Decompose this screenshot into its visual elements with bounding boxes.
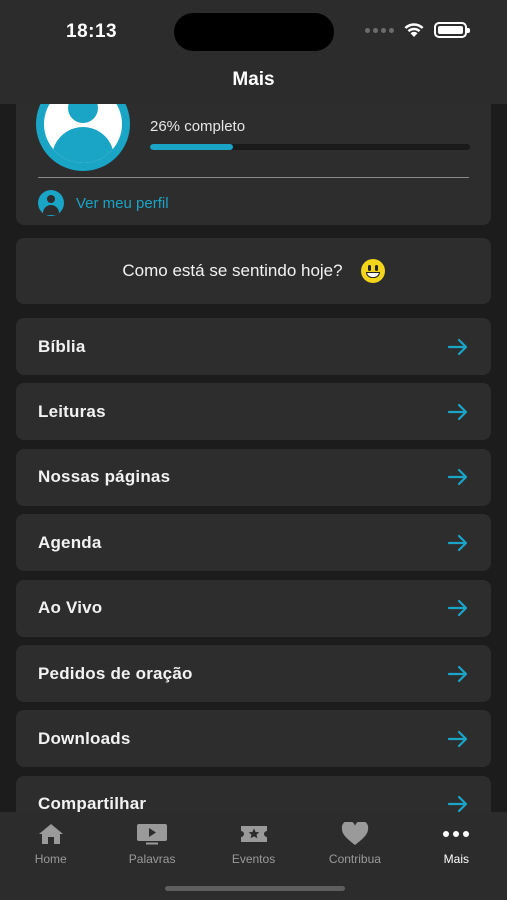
- tab-contribua[interactable]: Contribua: [304, 812, 405, 872]
- tab-mais[interactable]: Mais: [406, 812, 507, 872]
- battery-icon: [434, 22, 470, 38]
- grinning-face-icon[interactable]: [360, 259, 385, 283]
- menu-item[interactable]: Ao Vivo: [16, 579, 491, 637]
- arrow-right-icon: [447, 599, 469, 617]
- play-tv-icon: [136, 822, 168, 846]
- top-bar: 18:13 Mais: [0, 0, 507, 104]
- arrow-right-icon: [447, 403, 469, 421]
- divider: [38, 177, 469, 178]
- tab-label: Contribua: [328, 852, 381, 866]
- profile-progress-label: 26% completo: [150, 118, 246, 135]
- person-icon: [38, 190, 64, 216]
- tab-palavras[interactable]: Palavras: [101, 812, 202, 872]
- mood-prompt-card[interactable]: Como está se sentindo hoje?: [16, 238, 491, 304]
- menu-item-label: Pedidos de oração: [38, 663, 193, 683]
- scroll-content[interactable]: 26% completo Ver meu perfil Como está se…: [0, 0, 507, 812]
- heart-icon: [341, 822, 369, 846]
- arrow-right-icon: [447, 468, 469, 486]
- tab-label: Palavras: [128, 852, 176, 866]
- page-title: Mais: [232, 69, 275, 90]
- arrow-right-icon: [447, 795, 469, 812]
- arrow-right-icon: [447, 665, 469, 683]
- arrow-right-icon: [447, 534, 469, 552]
- tab-label: Mais: [443, 852, 469, 866]
- mood-prompt-text: Como está se sentindo hoje?: [122, 261, 343, 280]
- home-indicator[interactable]: [165, 886, 345, 891]
- tab-label: Eventos: [231, 852, 276, 866]
- menu-item[interactable]: Downloads: [16, 710, 491, 768]
- status-time: 18:13: [66, 21, 118, 42]
- menu-item-label: Compartilhar: [38, 794, 147, 812]
- arrow-right-icon: [447, 730, 469, 748]
- menu-item-label: Ao Vivo: [38, 598, 103, 618]
- menu-item-label: Downloads: [38, 728, 131, 748]
- profile-progress-bar: [150, 144, 470, 150]
- ticket-icon: [240, 822, 268, 846]
- profile-progress-fill: [150, 144, 234, 150]
- menu-item[interactable]: Leituras: [16, 383, 491, 441]
- menu-item[interactable]: Pedidos de oração: [16, 645, 491, 702]
- view-profile-label: Ver meu perfil: [76, 194, 169, 212]
- more-dots-icon: [442, 822, 470, 846]
- tab-eventos[interactable]: Eventos: [203, 812, 304, 872]
- menu-item-label: Leituras: [38, 401, 106, 421]
- tab-label: Home: [34, 852, 67, 866]
- menu-item[interactable]: Agenda: [16, 514, 491, 572]
- status-icons: [365, 22, 470, 38]
- wifi-icon: [404, 23, 424, 37]
- home-icon: [38, 822, 64, 846]
- menu-item-label: Nossas páginas: [38, 467, 171, 487]
- menu-item[interactable]: Compartilhar: [16, 775, 491, 812]
- menu-item-label: Agenda: [38, 532, 102, 552]
- menu-item-label: Bíblia: [38, 336, 86, 356]
- menu-item[interactable]: Bíblia: [16, 318, 491, 375]
- tab-home[interactable]: Home: [0, 812, 101, 872]
- dynamic-island: [174, 13, 334, 51]
- view-profile-link[interactable]: Ver meu perfil: [38, 190, 169, 216]
- signal-icon: [365, 27, 394, 33]
- menu-item[interactable]: Nossas páginas: [16, 448, 491, 506]
- arrow-right-icon: [447, 338, 469, 356]
